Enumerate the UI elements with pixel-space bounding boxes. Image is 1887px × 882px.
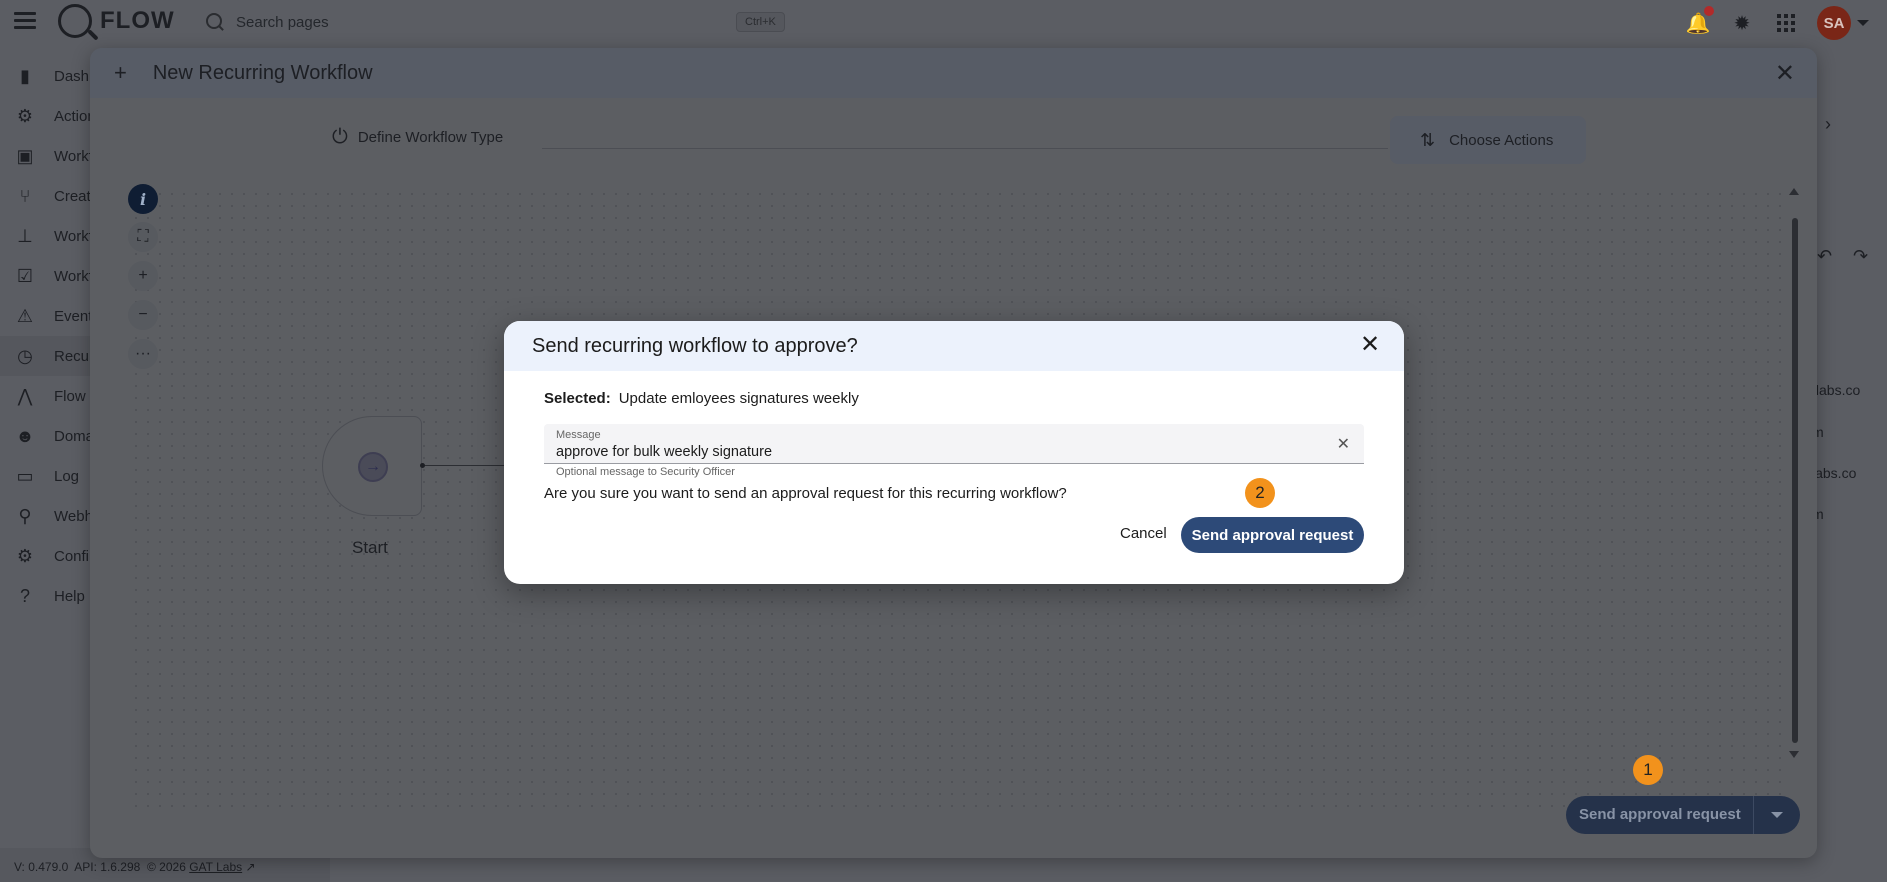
arrow-right-icon: → xyxy=(358,452,388,482)
search-bar[interactable]: Search pages Ctrl+K xyxy=(206,8,791,36)
zoom-out-icon[interactable]: − xyxy=(128,300,158,330)
company-link[interactable]: GAT Labs xyxy=(189,860,242,874)
alarm-icon: ⚠ xyxy=(16,305,34,326)
node-connector xyxy=(422,465,512,466)
background-cell: labs.co xyxy=(1812,465,1857,481)
step-define-workflow-type[interactable]: ⏻ Define Workflow Type xyxy=(332,126,503,149)
confirm-question: Are you sure you want to send an approva… xyxy=(544,485,1067,502)
sidebar-item-label: Workf xyxy=(54,227,93,245)
dialog-title: Send recurring workflow to approve? xyxy=(532,334,858,357)
fork-icon: ⑂ xyxy=(19,185,31,206)
step-badge-1: 1 xyxy=(1633,755,1663,785)
start-node[interactable]: → xyxy=(322,416,422,516)
sidebar-item-label: Flow xyxy=(54,387,86,405)
chevron-down-icon[interactable] xyxy=(1857,20,1869,26)
log-icon: ▭ xyxy=(16,465,34,486)
background-cell: tlabs.co xyxy=(1812,382,1861,398)
checklist-icon: ☑ xyxy=(16,265,34,286)
selected-value: Update emloyees signatures weekly xyxy=(618,390,859,407)
search-shortcut: Ctrl+K xyxy=(736,12,785,32)
undo-icon[interactable]: ↶ xyxy=(1817,246,1832,267)
scroll-down-arrow[interactable] xyxy=(1789,751,1799,758)
info-icon[interactable]: i xyxy=(128,184,158,214)
message-input[interactable]: approve for bulk weekly signature xyxy=(556,444,772,460)
send-approval-request-button[interactable]: Send approval request xyxy=(1181,517,1364,553)
step-badge-2: 2 xyxy=(1245,478,1275,508)
logo-magnifier-icon xyxy=(58,4,92,38)
user-avatar[interactable]: SA xyxy=(1817,6,1851,40)
bar-chart-icon: ▮ xyxy=(20,65,30,86)
top-actions: 🔔 ✹ SA xyxy=(1685,6,1869,40)
plus-icon: + xyxy=(114,60,127,85)
sidebar-item-label: Workf xyxy=(54,147,93,165)
step-choose-actions[interactable]: ⇅ Choose Actions xyxy=(1390,116,1586,164)
sidebar-item-label: Confi xyxy=(54,547,90,565)
close-icon[interactable]: ✕ xyxy=(1775,59,1795,88)
copyright-text: © 2026 xyxy=(147,860,186,874)
sidebar-item-label: Log xyxy=(54,467,80,485)
message-field[interactable]: Message approve for bulk weekly signatur… xyxy=(544,424,1364,464)
send-approval-request-button[interactable]: Send approval request xyxy=(1566,796,1754,834)
clear-icon[interactable]: ✕ xyxy=(1337,434,1350,454)
sidebar-item-label: Doma xyxy=(54,427,95,445)
chevron-right-icon[interactable]: › xyxy=(1825,114,1831,135)
flow-icon: ⋀ xyxy=(17,385,33,406)
hierarchy-icon: ⊥ xyxy=(17,225,33,246)
footer: V: 0.479.0 API: 1.6.298 © 2026 GAT Labs … xyxy=(14,860,256,874)
scroll-up-arrow[interactable] xyxy=(1789,188,1799,195)
external-link-icon: ↗ xyxy=(245,860,256,874)
send-approval-dialog: Send recurring workflow to approve? ✕ Se… xyxy=(504,321,1404,584)
notifications-bell-icon[interactable]: 🔔 xyxy=(1685,6,1714,36)
message-helper-text: Optional message to Security Officer xyxy=(556,466,735,478)
webhook-icon: ⚲ xyxy=(18,505,32,526)
step-label: Define Workflow Type xyxy=(357,129,504,146)
sidebar-item-label: Recur xyxy=(54,347,95,365)
app-name: FLOW xyxy=(100,7,175,34)
sidebar-item-label: Help xyxy=(54,587,85,605)
start-node-label: Start xyxy=(352,538,388,557)
search-placeholder: Search pages xyxy=(236,13,329,31)
redo-icon[interactable]: ↷ xyxy=(1853,246,1868,267)
selected-workflow: Selected: Update emloyees signatures week… xyxy=(544,390,859,407)
people-icon: ☻ xyxy=(15,425,35,446)
version-text: V: 0.479.0 xyxy=(14,860,69,874)
sidebar-item-label: Creat xyxy=(54,187,91,205)
step-label: Choose Actions xyxy=(1449,131,1554,149)
help-icon: ? xyxy=(19,585,30,606)
modal-title: New Recurring Workflow xyxy=(152,61,373,84)
close-icon[interactable]: ✕ xyxy=(1358,333,1382,357)
top-app-bar: FLOW Search pages Ctrl+K 🔔 ✹ SA xyxy=(0,0,1887,44)
notification-dot xyxy=(1704,6,1714,16)
more-options-icon[interactable]: ··· xyxy=(128,339,158,369)
send-approval-split-button: Send approval request xyxy=(1566,796,1800,834)
power-icon: ⏻ xyxy=(332,126,348,148)
sidebar-item-label: Event xyxy=(54,307,93,325)
step-connector xyxy=(542,148,1388,149)
app-logo[interactable]: FLOW xyxy=(58,4,175,38)
gear-icon: ⚙ xyxy=(16,545,34,566)
zoom-in-icon[interactable]: + xyxy=(128,261,158,291)
theme-toggle-sun-icon[interactable]: ✹ xyxy=(1729,10,1755,36)
gears-icon: ⚙ xyxy=(16,105,34,126)
search-icon xyxy=(206,13,224,31)
selected-label: Selected: xyxy=(544,390,611,407)
modal-header: + New Recurring Workflow ✕ xyxy=(90,48,1817,98)
menu-icon[interactable] xyxy=(14,12,36,32)
clock-icon: ◷ xyxy=(17,345,33,366)
dialog-header: Send recurring workflow to approve? ✕ xyxy=(504,321,1404,371)
vertical-scrollbar[interactable] xyxy=(1792,218,1798,743)
chevron-down-icon[interactable] xyxy=(1754,796,1800,834)
fit-view-icon[interactable]: ⛶ xyxy=(128,222,158,252)
cancel-button[interactable]: Cancel xyxy=(1110,517,1177,550)
actions-icon: ⇅ xyxy=(1420,129,1436,150)
sidebar-item-label: Workf xyxy=(54,267,93,285)
node-handle[interactable] xyxy=(420,463,425,468)
workflow-stepper: ⏻ Define Workflow Type ⇅ Choose Actions xyxy=(90,116,1817,166)
apps-grid-icon[interactable] xyxy=(1773,10,1799,36)
sidebar-item-label: Webh xyxy=(54,507,93,525)
api-version-text: API: 1.6.298 xyxy=(74,860,141,874)
code-window-icon: ▣ xyxy=(16,145,34,166)
message-label: Message xyxy=(556,429,601,441)
